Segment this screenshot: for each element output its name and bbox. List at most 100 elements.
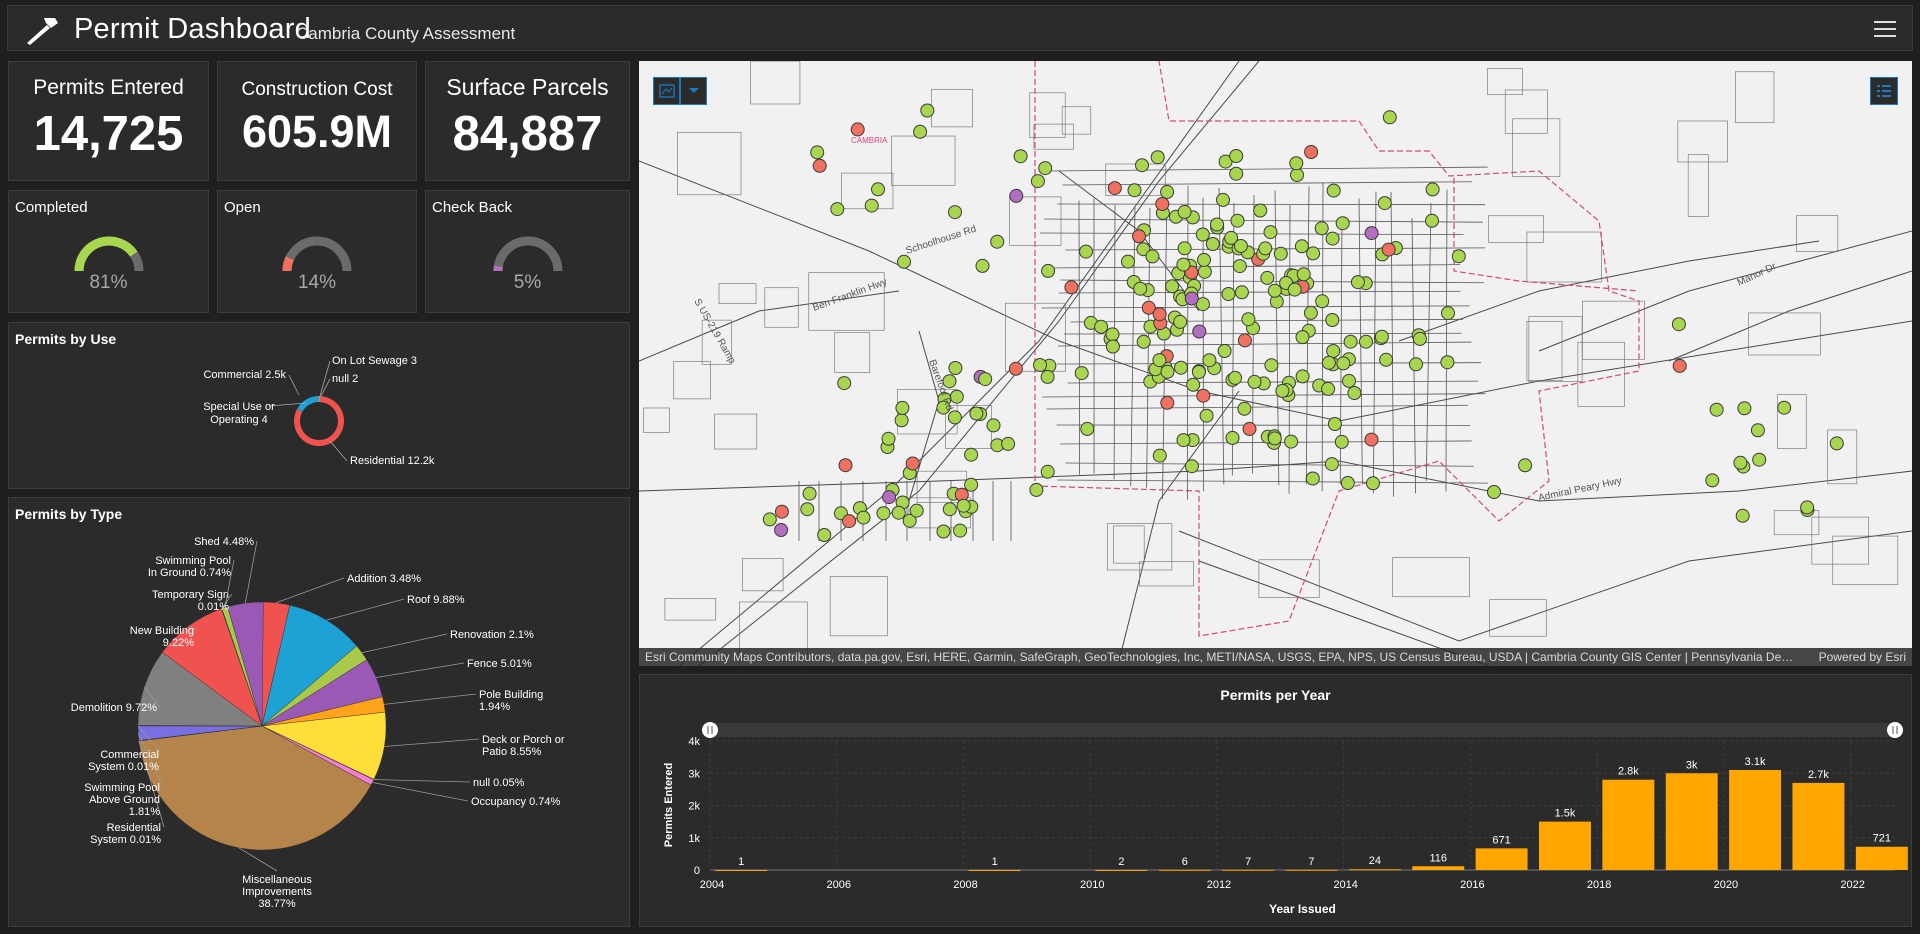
permit-point[interactable] bbox=[1040, 464, 1055, 479]
permit-point[interactable] bbox=[1030, 174, 1045, 189]
permit-point[interactable] bbox=[864, 198, 879, 213]
permit-point[interactable] bbox=[1425, 182, 1440, 197]
permit-point[interactable] bbox=[942, 502, 957, 517]
permit-point[interactable] bbox=[1029, 482, 1044, 497]
permit-point[interactable] bbox=[1336, 356, 1351, 371]
permit-point[interactable] bbox=[871, 182, 885, 197]
permit-point[interactable] bbox=[1150, 150, 1165, 165]
permit-point[interactable] bbox=[920, 103, 935, 118]
permit-point[interactable] bbox=[1750, 423, 1765, 438]
permit-point[interactable] bbox=[1233, 239, 1248, 253]
permit-point[interactable] bbox=[947, 410, 962, 425]
permit-point[interactable] bbox=[1290, 168, 1304, 182]
permit-point[interactable] bbox=[1253, 203, 1268, 218]
permit-point[interactable] bbox=[1041, 263, 1056, 278]
permit-point[interactable] bbox=[1340, 476, 1355, 490]
permit-point[interactable] bbox=[1705, 473, 1720, 488]
permit-point[interactable] bbox=[774, 504, 789, 519]
permit-point[interactable] bbox=[1709, 402, 1724, 417]
permit-point[interactable] bbox=[1487, 485, 1501, 499]
range-slider-track[interactable] bbox=[710, 723, 1895, 737]
permit-point[interactable] bbox=[986, 418, 1001, 433]
permit-point[interactable] bbox=[1221, 287, 1236, 301]
permit-point[interactable] bbox=[1284, 434, 1299, 449]
hamburger-menu-icon[interactable] bbox=[1874, 20, 1896, 38]
permit-point[interactable] bbox=[1177, 204, 1192, 219]
bar[interactable] bbox=[1222, 869, 1275, 871]
permit-point[interactable] bbox=[894, 413, 909, 428]
permit-point[interactable] bbox=[1350, 275, 1365, 290]
permit-point[interactable] bbox=[1160, 395, 1175, 410]
permit-point[interactable] bbox=[1364, 432, 1379, 447]
permit-point[interactable] bbox=[1216, 192, 1230, 207]
permit-point[interactable] bbox=[1306, 246, 1321, 261]
permit-point[interactable] bbox=[913, 124, 928, 139]
permit-point[interactable] bbox=[1518, 458, 1533, 473]
permit-point[interactable] bbox=[969, 406, 984, 421]
permit-point[interactable] bbox=[1267, 431, 1282, 446]
pie-slice[interactable] bbox=[297, 396, 319, 412]
permit-point[interactable] bbox=[1335, 216, 1350, 231]
permit-point[interactable] bbox=[1152, 307, 1167, 322]
permit-point[interactable] bbox=[1324, 457, 1339, 472]
range-slider-handle[interactable] bbox=[1887, 722, 1903, 738]
permit-point[interactable] bbox=[1228, 370, 1243, 385]
permit-point[interactable] bbox=[1342, 373, 1356, 388]
permit-point[interactable] bbox=[909, 503, 924, 518]
permit-point[interactable] bbox=[1094, 319, 1109, 334]
permit-point[interactable] bbox=[1241, 312, 1256, 327]
permit-point[interactable] bbox=[812, 158, 827, 173]
permit-point[interactable] bbox=[1229, 166, 1244, 181]
permit-point[interactable] bbox=[1160, 364, 1175, 379]
permit-point[interactable] bbox=[1305, 471, 1320, 486]
permit-point[interactable] bbox=[1105, 327, 1120, 342]
permit-point[interactable] bbox=[810, 145, 825, 160]
permit-point[interactable] bbox=[850, 122, 865, 137]
bar[interactable] bbox=[1158, 869, 1211, 871]
legend-button[interactable] bbox=[1870, 77, 1898, 105]
permit-point[interactable] bbox=[762, 512, 777, 527]
permit-point[interactable] bbox=[990, 234, 1005, 249]
permit-point[interactable] bbox=[1343, 334, 1358, 349]
permit-point[interactable] bbox=[1409, 357, 1423, 372]
permit-point[interactable] bbox=[1192, 324, 1207, 339]
permit-point[interactable] bbox=[1321, 355, 1336, 370]
permit-point[interactable] bbox=[1237, 401, 1252, 416]
permit-point[interactable] bbox=[1173, 314, 1188, 329]
permit-point[interactable] bbox=[895, 400, 910, 415]
permit-point[interactable] bbox=[1374, 329, 1389, 344]
permit-point[interactable] bbox=[1263, 225, 1278, 240]
permit-point[interactable] bbox=[1197, 252, 1211, 267]
permit-point[interactable] bbox=[1359, 334, 1373, 349]
permit-point[interactable] bbox=[1176, 433, 1191, 448]
permit-map[interactable]: Schoolhouse Rd Ben Franklin Hwy S US-219 R… bbox=[639, 61, 1912, 666]
permit-point[interactable] bbox=[1412, 331, 1427, 346]
permit-point[interactable] bbox=[1752, 452, 1767, 467]
permit-point[interactable] bbox=[1777, 400, 1792, 415]
permit-point[interactable] bbox=[1296, 267, 1311, 282]
permit-point[interactable] bbox=[1205, 237, 1220, 251]
permit-point[interactable] bbox=[948, 205, 962, 220]
permit-point[interactable] bbox=[1237, 333, 1252, 348]
powered-by-link[interactable]: Powered by Esri bbox=[1819, 650, 1906, 664]
permit-point[interactable] bbox=[1315, 294, 1330, 309]
permit-point[interactable] bbox=[1074, 366, 1089, 381]
permit-point[interactable] bbox=[1287, 282, 1302, 297]
permit-point[interactable] bbox=[1177, 241, 1192, 256]
permit-point[interactable] bbox=[1314, 221, 1329, 236]
permit-point[interactable] bbox=[1242, 421, 1257, 436]
bar[interactable] bbox=[968, 869, 1021, 871]
permit-point[interactable] bbox=[1733, 455, 1748, 470]
permit-point[interactable] bbox=[1377, 196, 1392, 211]
range-slider-handle[interactable] bbox=[702, 722, 718, 738]
permit-point[interactable] bbox=[1295, 330, 1310, 345]
bar[interactable] bbox=[1412, 866, 1465, 870]
permit-point[interactable] bbox=[1001, 436, 1016, 451]
permit-point[interactable] bbox=[1080, 421, 1095, 436]
permit-point[interactable] bbox=[1107, 181, 1122, 196]
permit-point[interactable] bbox=[1800, 500, 1815, 515]
permit-point[interactable] bbox=[964, 477, 979, 492]
permit-point[interactable] bbox=[774, 523, 789, 537]
permit-point[interactable] bbox=[1064, 280, 1079, 295]
permit-point[interactable] bbox=[1451, 249, 1466, 264]
